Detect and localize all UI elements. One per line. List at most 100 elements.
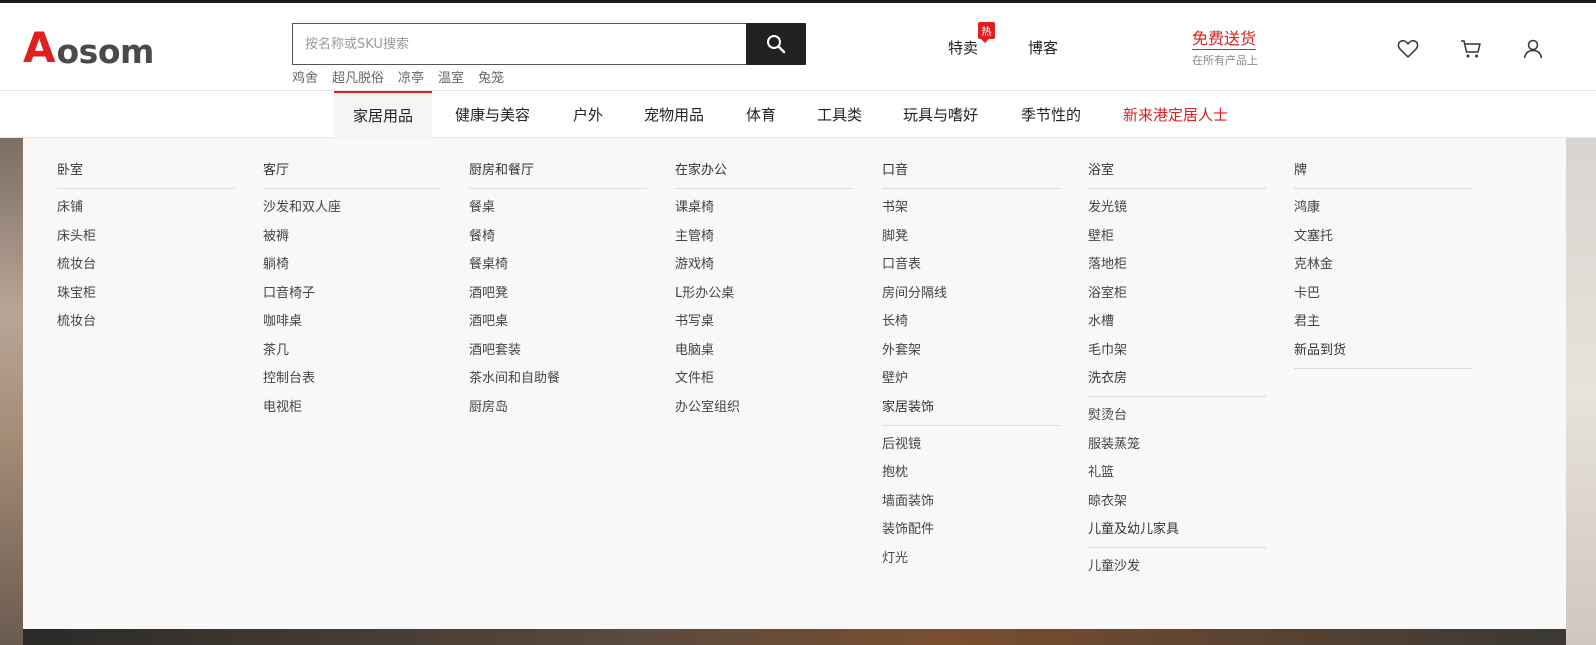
menu-link[interactable]: 文件柜: [675, 370, 853, 388]
menu-link[interactable]: 文塞托: [1294, 228, 1472, 246]
menu-link[interactable]: 壁柜: [1088, 228, 1266, 246]
blog-link[interactable]: 博客: [1028, 37, 1058, 58]
menu-column-bathroom: 浴室 发光镜 壁柜 落地柜 浴室柜 水槽 毛巾架 洗衣房 熨烫台 服装蒸笼 礼篮…: [1088, 162, 1266, 587]
menu-link[interactable]: 壁炉: [882, 370, 1060, 388]
account-button[interactable]: [1520, 36, 1546, 62]
nav-item-home[interactable]: 家居用品: [334, 91, 433, 138]
menu-link[interactable]: 口音椅子: [263, 285, 441, 303]
hot-keyword[interactable]: 超凡脱俗: [332, 67, 384, 86]
menu-column-bedroom: 卧室 床铺 床头柜 梳妆台 珠宝柜 梳妆台: [57, 162, 235, 342]
menu-link[interactable]: 君主: [1294, 313, 1472, 331]
menu-section-title[interactable]: 儿童及幼儿家具: [1088, 521, 1266, 548]
menu-link[interactable]: 电视柜: [263, 399, 441, 417]
menu-section-title[interactable]: 家居装饰: [882, 399, 1060, 426]
nav-item-toys[interactable]: 玩具与嗜好: [903, 91, 978, 138]
hot-keyword[interactable]: 鸡舍: [292, 67, 318, 86]
menu-link[interactable]: 书架: [882, 199, 1060, 217]
menu-link[interactable]: 灯光: [882, 550, 1060, 568]
search-button[interactable]: [746, 23, 806, 65]
menu-link[interactable]: 书写桌: [675, 313, 853, 331]
menu-link[interactable]: 珠宝柜: [57, 285, 235, 303]
menu-link[interactable]: 游戏椅: [675, 256, 853, 274]
free-shipping-title[interactable]: 免费送货: [1192, 30, 1257, 50]
menu-link[interactable]: 礼篮: [1088, 464, 1266, 482]
menu-link[interactable]: 沙发和双人座: [263, 199, 441, 217]
menu-link[interactable]: 主管椅: [675, 228, 853, 246]
menu-link[interactable]: 床头柜: [57, 228, 235, 246]
menu-link[interactable]: 电脑桌: [675, 342, 853, 360]
menu-link[interactable]: 躺椅: [263, 256, 441, 274]
menu-section-title[interactable]: 客厅: [263, 162, 441, 189]
menu-link[interactable]: 长椅: [882, 313, 1060, 331]
menu-link[interactable]: 发光镜: [1088, 199, 1266, 217]
hot-keyword[interactable]: 凉亭: [398, 67, 424, 86]
nav-item-health-beauty[interactable]: 健康与美容: [455, 91, 530, 138]
nav-item-new-arrivals[interactable]: 新来港定居人士: [1123, 91, 1228, 138]
wishlist-button[interactable]: [1395, 36, 1421, 62]
menu-link[interactable]: 后视镜: [882, 436, 1060, 454]
cart-icon: [1461, 40, 1481, 58]
hot-keyword[interactable]: 温室: [438, 67, 464, 86]
menu-link[interactable]: 酒吧桌: [469, 313, 647, 331]
heart-icon: [1397, 40, 1419, 58]
nav-item-outdoor[interactable]: 户外: [573, 91, 603, 138]
menu-link[interactable]: 餐椅: [469, 228, 647, 246]
menu-section-title[interactable]: 新品到货: [1294, 342, 1472, 369]
menu-link[interactable]: 梳妆台: [57, 256, 235, 274]
menu-link[interactable]: 茶水间和自助餐: [469, 370, 647, 388]
menu-section-title[interactable]: 口音: [882, 162, 1060, 189]
menu-link[interactable]: 晾衣架: [1088, 493, 1266, 511]
free-shipping[interactable]: 免费送货 在所有产品上: [1192, 29, 1258, 68]
menu-link[interactable]: 水槽: [1088, 313, 1266, 331]
menu-link[interactable]: 床铺: [57, 199, 235, 217]
menu-link[interactable]: 控制台表: [263, 370, 441, 388]
menu-link[interactable]: 熨烫台: [1088, 407, 1266, 425]
menu-link[interactable]: 装饰配件: [882, 521, 1060, 539]
menu-section-title[interactable]: 牌: [1294, 162, 1472, 189]
menu-link[interactable]: 被褥: [263, 228, 441, 246]
free-shipping-subtitle: 在所有产品上: [1192, 54, 1258, 67]
menu-link[interactable]: 脚凳: [882, 228, 1060, 246]
menu-link[interactable]: 厨房岛: [469, 399, 647, 417]
nav-item-tools[interactable]: 工具类: [817, 91, 862, 138]
hot-keyword[interactable]: 兔笼: [478, 67, 504, 86]
menu-link[interactable]: 餐桌椅: [469, 256, 647, 274]
menu-link[interactable]: 梳妆台: [57, 313, 235, 331]
menu-section-title[interactable]: 在家办公: [675, 162, 853, 189]
menu-link[interactable]: 口音表: [882, 256, 1060, 274]
menu-link[interactable]: 餐桌: [469, 199, 647, 217]
search-icon: [767, 35, 786, 54]
specials-link[interactable]: 特卖: [948, 37, 978, 58]
hot-keywords: 鸡舍 超凡脱俗 凉亭 温室 兔笼: [292, 67, 518, 86]
menu-link[interactable]: 儿童沙发: [1088, 558, 1266, 576]
nav-item-pet[interactable]: 宠物用品: [644, 91, 704, 138]
menu-link[interactable]: 鸿康: [1294, 199, 1472, 217]
menu-link[interactable]: 咖啡桌: [263, 313, 441, 331]
nav-item-sports[interactable]: 体育: [746, 91, 776, 138]
cart-button[interactable]: [1458, 36, 1484, 62]
menu-link[interactable]: 抱枕: [882, 464, 1060, 482]
menu-section-title[interactable]: 卧室: [57, 162, 235, 189]
menu-link[interactable]: 外套架: [882, 342, 1060, 360]
menu-link[interactable]: 茶几: [263, 342, 441, 360]
menu-section-title[interactable]: 浴室: [1088, 162, 1266, 189]
menu-link[interactable]: 克林金: [1294, 256, 1472, 274]
menu-link[interactable]: 办公室组织: [675, 399, 853, 417]
menu-link[interactable]: 课桌椅: [675, 199, 853, 217]
menu-link[interactable]: 落地柜: [1088, 256, 1266, 274]
menu-link[interactable]: 墙面装饰: [882, 493, 1060, 511]
search-input[interactable]: [293, 24, 747, 64]
menu-section-title[interactable]: 厨房和餐厅: [469, 162, 647, 189]
menu-link[interactable]: 毛巾架: [1088, 342, 1266, 360]
menu-link[interactable]: 酒吧套装: [469, 342, 647, 360]
menu-link[interactable]: 服装蒸笼: [1088, 436, 1266, 454]
menu-link[interactable]: 酒吧凳: [469, 285, 647, 303]
menu-link[interactable]: 卡巴: [1294, 285, 1472, 303]
nav-item-seasonal[interactable]: 季节性的: [1021, 91, 1081, 138]
menu-link[interactable]: 浴室柜: [1088, 285, 1266, 303]
menu-column-kitchen-dining: 厨房和餐厅 餐桌 餐椅 餐桌椅 酒吧凳 酒吧桌 酒吧套装 茶水间和自助餐 厨房岛: [469, 162, 647, 427]
menu-link[interactable]: L形办公桌: [675, 285, 853, 303]
menu-section-title[interactable]: 洗衣房: [1088, 370, 1266, 397]
aosom-logo[interactable]: Aosom: [23, 27, 154, 69]
menu-link[interactable]: 房间分隔线: [882, 285, 1060, 303]
